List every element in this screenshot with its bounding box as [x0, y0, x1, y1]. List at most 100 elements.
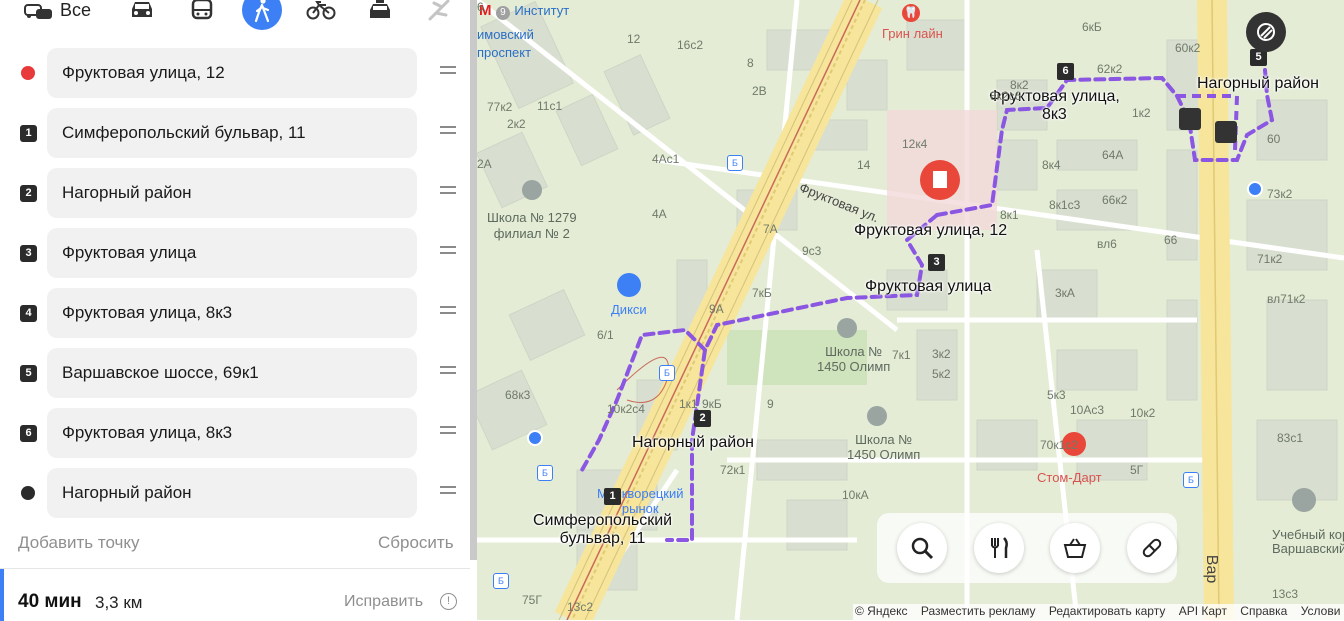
house-number: 2к2 [507, 117, 526, 131]
bus-stop-icon-5[interactable]: Б [493, 573, 509, 589]
route-marker-1[interactable]: 1 [604, 488, 621, 505]
mode-bicycle-button[interactable] [306, 0, 336, 28]
mode-all-button[interactable]: Все [24, 0, 91, 28]
map-view[interactable]: М 9 Институт имовский проспект 🦷 Грин ла… [477, 0, 1344, 620]
waypoint-input[interactable]: Нагорный район [47, 168, 417, 218]
poi-dixy[interactable]: Дикси [611, 302, 647, 317]
route-label-start: Фруктовая улица, 12 [854, 222, 1008, 239]
waypoint-input[interactable]: Фруктовая улица, 8к3 [47, 288, 417, 338]
footer-help-link[interactable]: Справка [1240, 604, 1287, 618]
pharmacy-button[interactable] [1127, 523, 1177, 573]
waypoint-row[interactable]: 3 Фруктовая улица [0, 228, 470, 278]
panel-scrollbar[interactable] [470, 0, 477, 560]
shop-icon [1063, 538, 1087, 558]
route-label-2: Нагорный район [632, 434, 754, 451]
footer-api-link[interactable]: API Карт [1179, 604, 1227, 618]
waypoint-row[interactable]: 5 Варшавское шоссе, 69к1 [0, 348, 470, 398]
house-number: 12 [627, 32, 641, 46]
layers-button[interactable] [1246, 12, 1286, 52]
poi-school-1279[interactable]: Школа № 1279 филиал № 2 [487, 210, 577, 242]
poi-dental-icon[interactable]: 🦷 [902, 4, 920, 22]
bus-stop-icon-4[interactable]: Б [1183, 472, 1199, 488]
house-number: 16с2 [677, 38, 704, 52]
waypoint-input[interactable]: Нагорный район [47, 468, 417, 518]
waypoint-input[interactable]: Фруктовая улица [47, 228, 417, 278]
route-panel: Все Фруктовая улица, 12 1 Симферопольски… [0, 0, 472, 621]
poi-green-line[interactable]: Грин лайн [882, 26, 943, 41]
house-number: 60 [1267, 132, 1281, 146]
bus-stop-icon-3[interactable]: Б [537, 465, 553, 481]
footer-edit-map-link[interactable]: Редактировать карту [1049, 604, 1165, 618]
drag-handle-icon[interactable] [440, 186, 456, 200]
waypoint-input[interactable]: Варшавское шоссе, 69к1 [47, 348, 417, 398]
waypoint-row[interactable]: 2 Нагорный район [0, 168, 470, 218]
poi-school-1450b[interactable]: Школа № 1450 Олимп [847, 432, 920, 462]
drag-handle-icon[interactable] [440, 246, 456, 260]
mode-pedestrian-button[interactable] [242, 0, 282, 30]
location-dot-icon-2 [527, 430, 543, 446]
drag-handle-icon[interactable] [440, 126, 456, 140]
copyright-yandex[interactable]: © Яндекс [855, 604, 908, 618]
route-marker-3[interactable]: 3 [928, 254, 945, 271]
waypoint-row[interactable]: Фруктовая улица, 12 [0, 48, 470, 98]
drag-handle-icon[interactable] [440, 306, 456, 320]
location-dot-icon [1247, 181, 1263, 197]
info-icon[interactable]: ! [440, 593, 457, 610]
house-number: 6 [477, 0, 484, 14]
waypoint-row[interactable]: 4 Фруктовая улица, 8к3 [0, 288, 470, 338]
poi-stom-dart[interactable]: Стом-Дарт [1037, 470, 1102, 485]
waypoint-row[interactable]: 6 Фруктовая улица, 8к3 [0, 408, 470, 458]
house-number: 7к1 [892, 348, 911, 362]
house-number: вл71к2 [1267, 292, 1306, 306]
route-label-3: Фруктовая улица [865, 278, 992, 295]
waypoint-input[interactable]: Фруктовая улица, 12 [47, 48, 417, 98]
mode-bus-button[interactable] [190, 0, 214, 28]
car-icon [132, 2, 152, 17]
waypoint-row[interactable]: 1 Симферопольский бульвар, 11 [0, 108, 470, 158]
fix-route-link[interactable]: Исправить [344, 593, 423, 611]
poi-college[interactable]: Учебный корпу Варшавский [1272, 528, 1344, 556]
house-number: 11с1 [537, 99, 563, 113]
mode-airplane-button[interactable] [428, 0, 450, 28]
shop-button[interactable] [1050, 523, 1100, 573]
house-number: 71к2 [1257, 252, 1283, 266]
footer-terms-link[interactable]: Услови [1301, 604, 1341, 618]
drag-handle-icon[interactable] [440, 486, 456, 500]
route-distance: 3,3 км [95, 593, 143, 612]
stairs-icon [1179, 108, 1201, 130]
drag-handle-icon[interactable] [440, 66, 456, 80]
house-number: 68к3 [505, 388, 531, 402]
reset-link[interactable]: Сбросить [378, 533, 454, 553]
house-number: 10к2 [1130, 406, 1156, 420]
house-number: 7кБ [752, 286, 772, 300]
waypoint-input[interactable]: Симферопольский бульвар, 11 [47, 108, 417, 158]
drag-handle-icon[interactable] [440, 426, 456, 440]
all-mode-icon [24, 4, 52, 19]
bus-stop-icon[interactable]: Б [727, 155, 743, 171]
waypoint-number-marker: 1 [20, 125, 37, 142]
house-number: 2А [477, 157, 492, 171]
selected-route-indicator [0, 569, 4, 621]
add-point-link[interactable]: Добавить точку [18, 533, 140, 553]
bus-stop-icon-2[interactable]: Б [659, 365, 675, 381]
college-icon [1292, 488, 1316, 517]
waypoint-row[interactable]: Нагорный район [0, 468, 470, 518]
house-number: 6кБ [1082, 20, 1102, 34]
mode-taxi-button[interactable] [366, 0, 394, 28]
route-summary[interactable]: 40 мин 3,3 км Исправить ! [0, 568, 470, 621]
footer-ads-link[interactable]: Разместить рекламу [921, 604, 1036, 618]
house-number: 66к2 [1102, 193, 1128, 207]
house-number: 3кА [1055, 286, 1075, 300]
route-marker-6[interactable]: 6 [1057, 63, 1074, 80]
poi-school-1450a[interactable]: Школа № 1450 Олимп [817, 344, 890, 374]
waypoint-number-marker: 5 [20, 365, 37, 382]
route-marker-2[interactable]: 2 [694, 410, 711, 427]
waypoint-input[interactable]: Фруктовая улица, 8к3 [47, 408, 417, 458]
food-button[interactable] [974, 523, 1024, 573]
metro-station-label[interactable]: М 9 Институт [479, 2, 569, 20]
house-number: 66 [1164, 233, 1178, 247]
search-map-button[interactable] [897, 523, 947, 573]
mode-car-button[interactable] [128, 0, 156, 28]
start-pin-icon[interactable] [920, 160, 960, 200]
drag-handle-icon[interactable] [440, 366, 456, 380]
